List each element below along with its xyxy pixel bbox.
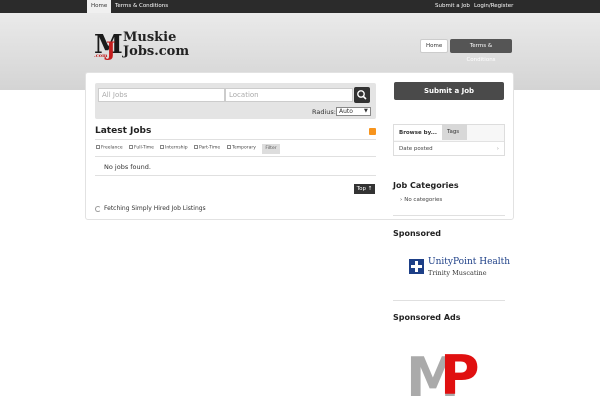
header-nav-home[interactable]: Home bbox=[420, 39, 449, 53]
site-logo[interactable]: M J .com Muskie Jobs.com bbox=[94, 30, 210, 62]
job-search-input[interactable]: All Jobs bbox=[98, 88, 225, 102]
ad-logo-p: P bbox=[440, 344, 480, 400]
checkbox-icon bbox=[227, 145, 231, 149]
divider bbox=[95, 156, 376, 157]
radius-select[interactable]: Auto ▼ bbox=[336, 107, 371, 116]
filter-internship[interactable]: Internship bbox=[160, 145, 188, 151]
sponsor-name: UnityPoint Health bbox=[428, 257, 511, 267]
filter-label: Part-Time bbox=[199, 145, 221, 151]
search-button[interactable] bbox=[354, 87, 370, 103]
filter-button[interactable]: Filter bbox=[262, 144, 280, 154]
logo-text-line1: Muskie bbox=[123, 30, 177, 45]
no-jobs-message: No jobs found. bbox=[104, 163, 151, 171]
tab-browse-by[interactable]: Browse by... bbox=[393, 124, 443, 140]
date-posted-label: Date posted bbox=[399, 146, 433, 152]
divider bbox=[393, 300, 505, 301]
fetching-text: Fetching Simply Hired Job Listings bbox=[104, 205, 206, 212]
logo-mark: M J .com bbox=[94, 30, 123, 62]
filter-part-time[interactable]: Part-Time bbox=[194, 145, 220, 151]
radius-label: Radius: bbox=[312, 108, 336, 116]
sponsor-subtitle: Trinity Muscatine bbox=[428, 269, 487, 277]
no-categories-text: No categories bbox=[400, 197, 442, 203]
filter-freelance[interactable]: Freelance bbox=[96, 145, 123, 151]
chevron-down-icon: ▼ bbox=[364, 108, 368, 114]
divider bbox=[393, 215, 505, 216]
unitypoint-cross-icon bbox=[409, 259, 424, 274]
sponsored-ads-title: Sponsored Ads bbox=[393, 313, 461, 322]
date-posted-item[interactable]: Date posted › bbox=[394, 141, 504, 155]
divider bbox=[95, 175, 376, 176]
filter-label: Temporary bbox=[232, 145, 256, 151]
chevron-right-icon: › bbox=[496, 146, 499, 152]
sponsor-ad-unitypoint[interactable]: UnityPoint Health Trinity Muscatine bbox=[395, 244, 510, 291]
filter-temporary[interactable]: Temporary bbox=[227, 145, 256, 151]
checkbox-icon bbox=[160, 145, 164, 149]
back-to-top-button[interactable]: Top ↑ bbox=[354, 184, 375, 194]
top-bar: Home Terms & Conditions Submit a Job Log… bbox=[0, 0, 600, 13]
top-nav-terms[interactable]: Terms & Conditions bbox=[111, 0, 172, 13]
filter-label: Internship bbox=[165, 145, 188, 151]
top-nav-home[interactable]: Home bbox=[87, 0, 112, 13]
fetching-status: Fetching Simply Hired Job Listings bbox=[95, 205, 206, 212]
divider bbox=[95, 139, 376, 140]
latest-jobs-title: Latest Jobs bbox=[95, 126, 152, 136]
filter-label: Full-Time bbox=[134, 145, 154, 151]
loading-spinner-icon bbox=[95, 205, 101, 212]
rss-icon[interactable] bbox=[369, 128, 376, 135]
filter-full-time[interactable]: Full-Time bbox=[129, 145, 154, 151]
logo-mark-com: .com bbox=[94, 53, 108, 59]
location-input[interactable]: Location bbox=[225, 88, 353, 102]
checkbox-icon bbox=[96, 145, 100, 149]
logo-text-line2: Jobs.com bbox=[123, 44, 190, 59]
logo-text: Muskie Jobs.com bbox=[123, 31, 189, 59]
checkbox-icon bbox=[194, 145, 198, 149]
job-categories-title: Job Categories bbox=[393, 181, 459, 190]
header-nav-terms[interactable]: Terms & Conditions bbox=[450, 39, 512, 63]
search-icon bbox=[357, 90, 367, 100]
sponsored-title: Sponsored bbox=[393, 229, 442, 238]
radius-select-value: Auto bbox=[339, 108, 353, 115]
filter-label: Freelance bbox=[101, 145, 123, 151]
checkbox-icon bbox=[129, 145, 133, 149]
tab-tags[interactable]: Tags bbox=[442, 124, 467, 140]
logo-mark-j: J bbox=[106, 37, 116, 61]
sponsor-ad-mp-logo[interactable]: M P bbox=[394, 328, 504, 400]
submit-job-button[interactable]: Submit a Job bbox=[394, 82, 504, 100]
top-nav-submit-job[interactable]: Submit a Job bbox=[431, 0, 474, 13]
top-nav-login[interactable]: Login/Register bbox=[470, 0, 517, 13]
